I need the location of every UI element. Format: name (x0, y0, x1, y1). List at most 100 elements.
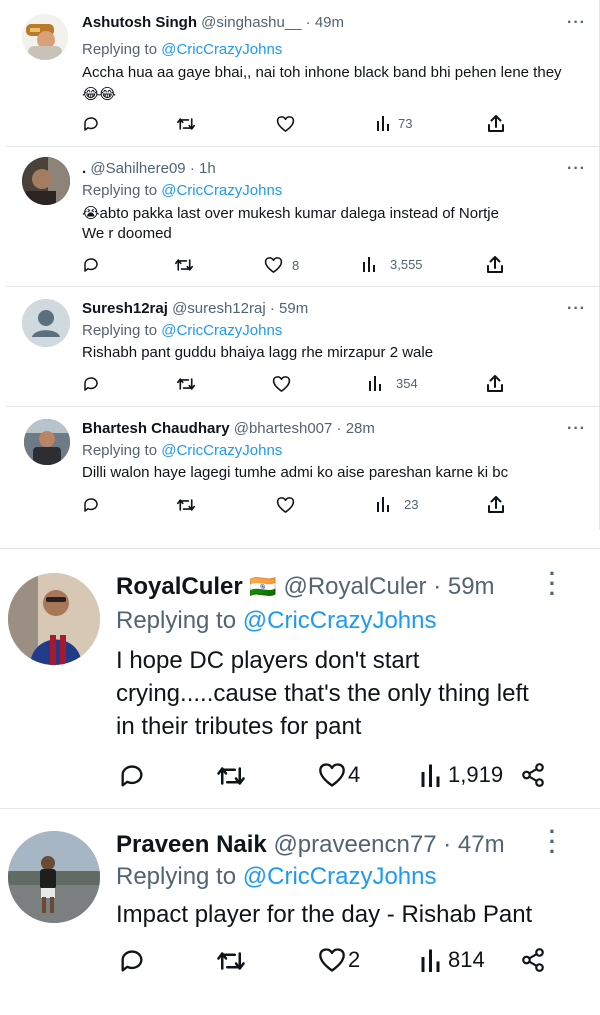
reply-button[interactable] (82, 115, 100, 133)
avatar[interactable] (22, 14, 68, 60)
tweet-text-line-1: Dilli walon haye lagegi tumhe admi ko ai… (82, 464, 509, 481)
views-count: 23 (404, 496, 419, 512)
tweet-suresh12raj[interactable]: Suresh12raj @suresh12raj · 59m ··· Reply… (0, 287, 600, 407)
reply-icon (84, 498, 98, 512)
like-icon (319, 763, 345, 787)
reply-icon (84, 377, 98, 391)
tweet-text-line-2: We r doomed (82, 225, 172, 242)
views-button[interactable]: 3,555 (362, 256, 423, 272)
tweet-time[interactable]: · 28m (337, 420, 375, 437)
more-icon[interactable]: ··· (567, 160, 586, 178)
avatar[interactable] (22, 299, 70, 347)
like-button[interactable]: 8 (264, 256, 299, 274)
like-button[interactable] (272, 375, 291, 393)
retweet-button[interactable] (176, 496, 196, 514)
replying-to-link[interactable]: @CricCrazyJohns (243, 607, 437, 634)
author-handle[interactable]: @praveencn77 (273, 831, 436, 858)
author-name[interactable]: . (82, 160, 86, 177)
like-button[interactable]: 4 (318, 762, 360, 788)
tweet-ashutosh-singh[interactable]: Ashutosh Singh @singhashu__ · 49m ··· Re… (0, 0, 600, 147)
retweet-button[interactable] (176, 375, 196, 393)
avatar[interactable] (24, 419, 70, 465)
share-button[interactable] (520, 762, 546, 788)
tweet-text-line-2: crying.....cause that's the only thing l… (116, 680, 529, 707)
share-button[interactable] (486, 374, 504, 393)
replying-prefix: Replying to (82, 322, 158, 339)
more-icon[interactable]: ··· (567, 300, 586, 318)
reply-button[interactable] (82, 375, 100, 393)
tweet-sahilhere09[interactable]: . @Sahilhere09 · 1h ··· Replying to @Cri… (0, 147, 600, 287)
replying-prefix: Replying to (82, 41, 158, 58)
share-button[interactable] (487, 114, 505, 133)
replying-to-link[interactable]: @CricCrazyJohns (161, 322, 282, 339)
reply-button[interactable] (118, 762, 146, 790)
tweet-bhartesh-chaudhary[interactable]: Bhartesh Chaudhary @bhartesh007 · 28m ··… (0, 407, 600, 530)
views-count: 354 (396, 375, 418, 391)
like-icon (276, 116, 295, 132)
reply-button[interactable] (82, 496, 100, 514)
like-count: 8 (292, 257, 300, 273)
like-button[interactable] (276, 115, 295, 133)
retweet-button[interactable] (216, 762, 246, 790)
more-icon[interactable]: ··· (548, 821, 558, 863)
reply-button[interactable] (118, 947, 146, 975)
author-name[interactable]: Ashutosh Singh (82, 14, 197, 31)
like-icon (276, 497, 295, 513)
reply-icon (84, 258, 98, 272)
tweet-time[interactable]: · 59m (433, 573, 494, 600)
retweet-icon (217, 767, 245, 785)
tweet-praveen-naik[interactable]: Praveen Naik @praveencn77 · 47m · · · Repl… (0, 809, 600, 1015)
like-button[interactable] (276, 496, 295, 514)
avatar[interactable] (22, 157, 70, 205)
replying-to-link[interactable]: @CricCrazyJohns (243, 863, 437, 890)
views-button[interactable]: 354 (368, 375, 418, 391)
replying-prefix: Replying to (116, 607, 237, 634)
replying-to-link[interactable]: @CricCrazyJohns (161, 442, 282, 459)
views-button[interactable]: 1,919 (420, 762, 503, 788)
tweet-royalculer[interactable]: RoyalCuler 🇮🇳 @RoyalCuler · 59m · · · Repl… (0, 549, 600, 809)
reply-icon (121, 950, 143, 972)
share-icon (487, 256, 503, 273)
tweet-time[interactable]: · 1h (190, 160, 216, 177)
author-handle[interactable]: @suresh12raj (172, 300, 266, 317)
views-button[interactable]: 23 (376, 496, 418, 512)
more-icon[interactable]: ··· (567, 420, 586, 438)
tweet-time[interactable]: · 59m (270, 300, 308, 317)
tweet-time[interactable]: · 47m (443, 831, 504, 858)
reply-button[interactable] (82, 256, 100, 274)
reply-thread-panel-top: Ashutosh Singh @singhashu__ · 49m ··· Re… (0, 0, 600, 530)
share-button[interactable] (487, 495, 505, 514)
author-handle[interactable]: @bhartesh007 (234, 420, 333, 437)
views-button[interactable]: 73 (376, 115, 412, 131)
share-button[interactable] (486, 255, 504, 274)
author-handle[interactable]: @Sahilhere09 (90, 160, 185, 177)
like-count: 2 (348, 947, 361, 972)
author-handle[interactable]: @RoyalCuler (283, 573, 426, 600)
author-name[interactable]: Bhartesh Chaudhary (82, 420, 230, 437)
retweet-button[interactable] (176, 115, 196, 133)
share-icon (522, 948, 544, 972)
retweet-icon (177, 499, 195, 511)
replying-to-link[interactable]: @CricCrazyJohns (161, 41, 282, 58)
avatar[interactable] (8, 831, 100, 923)
like-button[interactable]: 2 (318, 947, 360, 973)
views-button[interactable]: 814 (420, 947, 485, 973)
retweet-button[interactable] (174, 256, 194, 274)
more-icon[interactable]: ··· (567, 14, 586, 32)
replying-prefix: Replying to (82, 182, 158, 199)
views-icon (377, 497, 389, 512)
tweet-text-line-2: 😂😂 (82, 86, 116, 103)
share-icon (487, 375, 503, 392)
replying-to-link[interactable]: @CricCrazyJohns (161, 182, 282, 199)
reply-icon (121, 765, 143, 787)
author-handle[interactable]: @singhashu__ (201, 14, 301, 31)
author-name[interactable]: Praveen Naik (116, 831, 267, 858)
author-name[interactable]: RoyalCuler (116, 573, 243, 600)
tweet-time[interactable]: · 49m (306, 14, 344, 31)
share-icon (488, 115, 504, 132)
share-button[interactable] (520, 947, 546, 973)
more-icon[interactable]: ··· (548, 563, 558, 605)
avatar[interactable] (8, 573, 100, 665)
retweet-button[interactable] (216, 947, 246, 975)
author-name[interactable]: Suresh12raj (82, 300, 168, 317)
